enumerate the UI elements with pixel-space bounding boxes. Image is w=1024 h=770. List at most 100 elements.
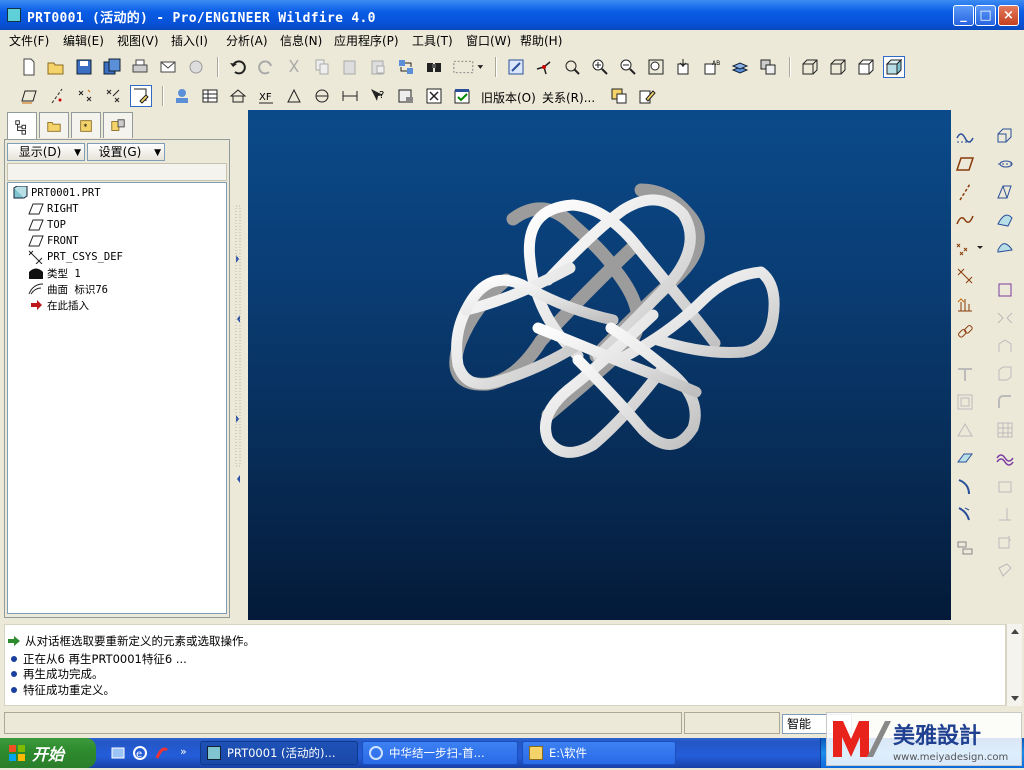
tree-item-top[interactable]: TOP	[28, 217, 66, 233]
tab-model-tree[interactable]	[7, 112, 37, 140]
view-manager-button[interactable]	[757, 56, 779, 78]
menu-info[interactable]: 信息(N)	[280, 32, 322, 49]
menu-applications[interactable]: 应用程序(P)	[334, 32, 399, 49]
regenerate-button[interactable]	[395, 56, 417, 78]
paste-button[interactable]	[339, 56, 361, 78]
hole-button[interactable]	[993, 278, 1017, 302]
layers-button[interactable]	[729, 56, 751, 78]
parameters-button[interactable]	[283, 85, 305, 107]
intersect-button[interactable]	[953, 502, 977, 526]
menu-help[interactable]: 帮助(H)	[520, 32, 562, 49]
curve-from-file-button[interactable]	[953, 124, 977, 148]
round-button[interactable]	[993, 390, 1017, 414]
tab-connections[interactable]	[103, 112, 133, 138]
settings-dropdown[interactable]: 设置(G) ▼	[87, 143, 165, 161]
table-button[interactable]	[199, 85, 221, 107]
menu-insert[interactable]: 插入(I)	[171, 32, 208, 49]
reorient-button[interactable]	[673, 56, 695, 78]
screenshot-button[interactable]	[395, 85, 417, 107]
rib-button[interactable]	[993, 334, 1017, 358]
revolve-button[interactable]	[993, 152, 1017, 176]
variable-sweep-button[interactable]	[993, 180, 1017, 204]
saved-views-button[interactable]: AB	[701, 56, 723, 78]
paste-special-button[interactable]	[367, 56, 389, 78]
shading-button[interactable]	[883, 56, 905, 78]
sketch-curve-button[interactable]	[953, 208, 977, 232]
extend-button[interactable]	[953, 474, 977, 498]
copy-button[interactable]	[311, 56, 333, 78]
legacy-label[interactable]: 旧版本(O)	[481, 89, 536, 106]
datum-axis-button[interactable]	[46, 85, 68, 107]
menu-view[interactable]: 视图(V)	[117, 32, 159, 49]
selection-box-button[interactable]	[451, 56, 487, 78]
program-button[interactable]	[608, 85, 630, 107]
find-button[interactable]	[423, 56, 445, 78]
zoom-in-button[interactable]	[589, 56, 611, 78]
tree-item-right[interactable]: RIGHT	[28, 201, 79, 217]
redo-button[interactable]	[255, 56, 277, 78]
quick-launch-desktop-icon[interactable]	[110, 745, 126, 761]
task-proe[interactable]: PRT0001 (活动的)...	[200, 741, 358, 765]
axis-button[interactable]	[953, 180, 977, 204]
orient-mode-button[interactable]	[561, 56, 583, 78]
shell-button[interactable]	[993, 306, 1017, 330]
family-table-button[interactable]	[227, 85, 249, 107]
edit-program-button[interactable]	[636, 85, 658, 107]
graphics-window[interactable]	[248, 110, 951, 620]
quick-launch-more-icon[interactable]: »	[180, 745, 187, 758]
tree-item-insert-here[interactable]: 在此插入	[28, 297, 89, 313]
model-player-button[interactable]	[171, 85, 193, 107]
close-button[interactable]: ×	[998, 5, 1019, 26]
style-button[interactable]	[993, 446, 1017, 470]
sketch-button[interactable]	[130, 85, 152, 107]
blend-button[interactable]	[993, 208, 1017, 232]
transform-button[interactable]: XF	[255, 85, 277, 107]
draft-button[interactable]	[993, 362, 1017, 386]
datum-csys-button[interactable]	[102, 85, 124, 107]
new-file-button[interactable]	[18, 56, 40, 78]
menu-edit[interactable]: 编辑(E)	[63, 32, 104, 49]
repaint-button[interactable]	[505, 56, 527, 78]
menu-file[interactable]: 文件(F)	[9, 32, 49, 49]
tree-item-csys[interactable]: PRT_CSYS_DEF	[28, 249, 123, 265]
task-explorer[interactable]: E:\软件	[522, 741, 676, 765]
csys-button[interactable]	[953, 264, 977, 288]
minimize-button[interactable]: _	[953, 5, 974, 26]
refit-button[interactable]	[645, 56, 667, 78]
maximize-button[interactable]: □	[975, 5, 996, 26]
undo-button[interactable]	[227, 56, 249, 78]
tree-item-sweep[interactable]: 类型 1	[28, 265, 81, 281]
tree-item-root[interactable]: PRT0001.PRT	[12, 185, 101, 201]
zoom-out-button[interactable]	[617, 56, 639, 78]
task-browser[interactable]: 中华结一步扫-首...	[362, 741, 518, 765]
point-button[interactable]	[953, 236, 987, 260]
quick-launch-ie-icon[interactable]: e	[132, 745, 148, 761]
start-button[interactable]: 开始	[0, 738, 96, 768]
trim-button[interactable]	[953, 362, 977, 386]
extrude-button[interactable]	[993, 124, 1017, 148]
flatten-button[interactable]	[993, 502, 1017, 526]
open-file-button[interactable]	[45, 56, 67, 78]
plane-button[interactable]	[953, 152, 977, 176]
datum-point-button[interactable]	[74, 85, 96, 107]
display-dropdown[interactable]: 显示(D) ▼	[7, 143, 85, 161]
tab-folder-browser[interactable]	[39, 112, 69, 138]
project-button[interactable]	[953, 536, 977, 560]
measure-button[interactable]	[311, 85, 333, 107]
relations-label[interactable]: 关系(R)...	[542, 89, 595, 106]
no-hidden-button[interactable]	[855, 56, 877, 78]
hidden-line-button[interactable]	[827, 56, 849, 78]
thicken-button[interactable]	[953, 418, 977, 442]
message-scrollbar[interactable]	[1006, 624, 1022, 706]
pattern-button[interactable]	[993, 418, 1017, 442]
chain-button[interactable]	[953, 320, 977, 344]
offset-button[interactable]	[953, 390, 977, 414]
save-button[interactable]	[73, 56, 95, 78]
datum-plane-button[interactable]	[18, 85, 40, 107]
toolkit-button[interactable]	[993, 530, 1017, 554]
tree-item-front[interactable]: FRONT	[28, 233, 79, 249]
cancel-button[interactable]	[423, 85, 445, 107]
cut-button[interactable]	[283, 56, 305, 78]
mail-button[interactable]	[157, 56, 179, 78]
tab-favorites[interactable]: *	[71, 112, 101, 138]
